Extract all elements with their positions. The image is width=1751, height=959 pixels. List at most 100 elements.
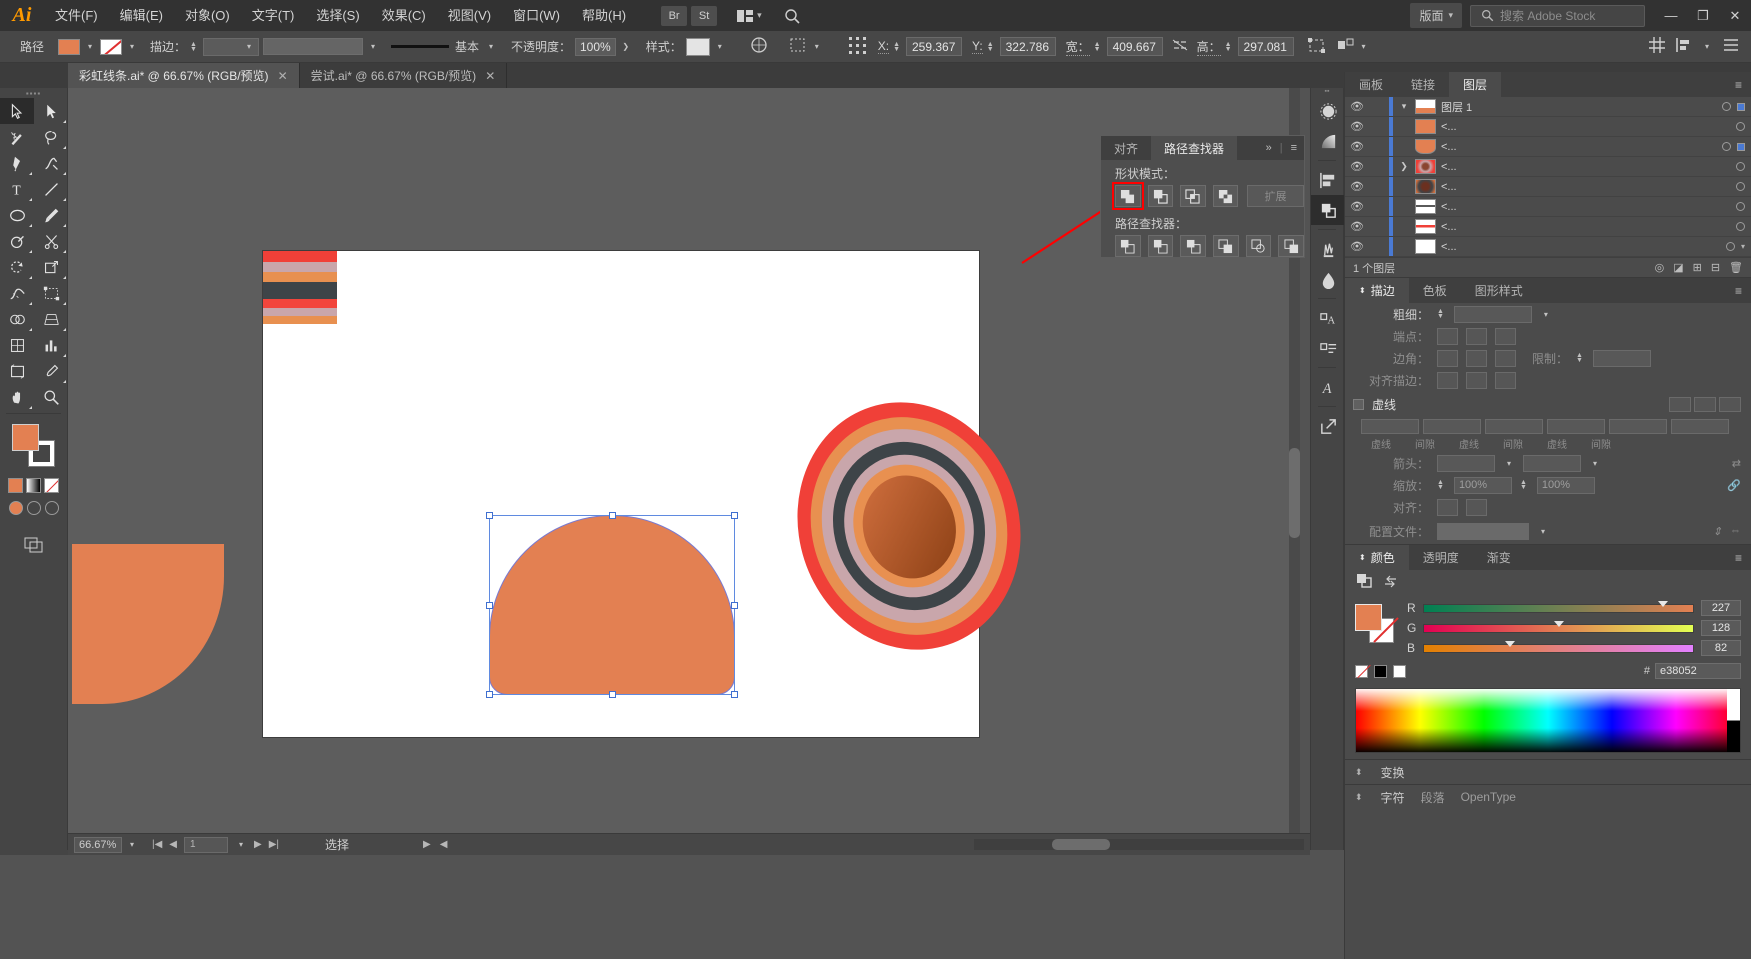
artboard[interactable] <box>263 251 979 737</box>
pathfinder-exclude-button[interactable] <box>1213 185 1239 207</box>
slider-thumb-r[interactable] <box>1658 601 1668 607</box>
slider-track-r[interactable] <box>1423 604 1694 613</box>
select-indicator[interactable] <box>1737 103 1745 111</box>
select-similar-chevron-icon[interactable]: ▾ <box>811 42 823 51</box>
layer-controls[interactable] <box>1713 162 1751 171</box>
stock-search-field[interactable]: 搜索 Adobe Stock <box>1470 5 1645 27</box>
distribute-icon[interactable] <box>1675 37 1691 56</box>
miter-limit-input[interactable] <box>1593 350 1651 367</box>
target-icon[interactable] <box>1722 142 1731 151</box>
bridge-button[interactable]: Br <box>661 6 687 26</box>
profile-chevron-icon[interactable]: ▾ <box>1537 527 1549 536</box>
arrow-end-select[interactable] <box>1523 455 1581 472</box>
tools-panel-grip[interactable]: ▪▪▪▪ <box>0 88 67 98</box>
tab-pathfinder[interactable]: 路径查找器 <box>1151 136 1237 160</box>
dash-pattern-buttons[interactable] <box>1669 397 1741 412</box>
tab-swatches[interactable]: 色板 <box>1409 278 1461 303</box>
create-sublayer-icon[interactable]: ⊞ <box>1693 261 1702 274</box>
tab-transparency[interactable]: 透明度 <box>1409 545 1473 570</box>
channel-value-g[interactable]: 128 <box>1701 620 1741 636</box>
delete-layer-icon[interactable]: 🗑 <box>1729 261 1743 274</box>
search-adobe-icon[interactable] <box>780 6 804 26</box>
shaper-tool[interactable] <box>0 228 34 254</box>
control-panel-menu-icon[interactable] <box>1723 38 1739 55</box>
status-prev-icon[interactable]: ◀ <box>440 839 448 850</box>
bevel-join-button[interactable] <box>1495 350 1516 367</box>
close-button[interactable]: ✕ <box>1719 0 1751 31</box>
stroke-chevron-icon[interactable]: ▾ <box>126 42 138 51</box>
target-icon[interactable] <box>1736 202 1745 211</box>
paragraph-panel-label[interactable]: 段落 <box>1421 789 1445 806</box>
transform-panel-strip[interactable]: ⬍ 变换 <box>1345 759 1751 784</box>
menu-help[interactable]: 帮助(H) <box>571 0 637 31</box>
arrow-scale-stepper-2[interactable]: ▲▼ <box>1520 480 1527 490</box>
width-profile-select[interactable] <box>1437 523 1529 540</box>
scale-tool[interactable] <box>34 254 68 280</box>
none-mode-icon[interactable] <box>44 478 59 493</box>
export-panel-icon[interactable] <box>1311 411 1345 441</box>
width-field[interactable]: 409.667 <box>1107 37 1163 56</box>
layer-controls[interactable] <box>1713 222 1751 231</box>
handle-br[interactable] <box>731 691 738 698</box>
tab-stroke[interactable]: ⬍ 描边 <box>1345 278 1409 303</box>
eye-icon[interactable]: 👁 <box>1345 240 1369 253</box>
tab-links[interactable]: 链接 <box>1397 72 1449 97</box>
menu-edit[interactable]: 编辑(E) <box>109 0 174 31</box>
spectrum-ends[interactable] <box>1727 689 1740 752</box>
eyedropper-tool[interactable] <box>34 358 68 384</box>
eye-icon[interactable]: 👁 <box>1345 160 1369 173</box>
dash-input-2[interactable] <box>1485 419 1543 434</box>
status-next-icon[interactable]: ▶ <box>423 839 431 850</box>
zoom-tool[interactable] <box>34 384 68 410</box>
dash-input-3[interactable] <box>1609 419 1667 434</box>
free-transform-tool[interactable] <box>34 280 68 306</box>
chevron-right-icon[interactable]: ❯ <box>1393 161 1415 172</box>
place-arrow-button[interactable] <box>1466 499 1487 516</box>
collapse-panel-icon[interactable]: » <box>1266 142 1272 154</box>
arrange-documents-icon[interactable] <box>733 6 757 26</box>
lasso-tool[interactable] <box>34 124 68 150</box>
width-profile-chevron-icon[interactable]: ▾ <box>367 42 379 51</box>
x-field[interactable]: 259.367 <box>906 37 962 56</box>
brush-chevron-icon[interactable]: ▾ <box>485 42 497 51</box>
pathfinder-trim-button[interactable] <box>1148 235 1174 257</box>
stroke-weight-stepper[interactable]: ▲▼ <box>190 42 197 52</box>
none-swatch[interactable] <box>1355 665 1368 678</box>
slider-thumb-g[interactable] <box>1554 621 1564 627</box>
pathfinder-merge-button[interactable] <box>1180 235 1206 257</box>
pathfinder-outline-button[interactable] <box>1246 235 1272 257</box>
table-row[interactable]: 👁 <... <box>1345 177 1751 197</box>
channel-value-b[interactable]: 82 <box>1701 640 1741 656</box>
type-tool[interactable]: T <box>0 176 34 202</box>
magic-wand-tool[interactable] <box>0 124 34 150</box>
pathfinder-panel-icon[interactable] <box>1311 195 1345 225</box>
pathfinder-panel[interactable]: 对齐 路径查找器 » | ≡ 形状模式： 扩展 路径查找器： <box>1100 135 1305 258</box>
stock-button[interactable]: St <box>691 6 717 26</box>
menu-select[interactable]: 选择(S) <box>305 0 370 31</box>
minimize-button[interactable]: — <box>1655 0 1687 31</box>
fill-color-swatch[interactable] <box>58 39 80 55</box>
hand-tool[interactable] <box>0 384 34 410</box>
target-icon[interactable] <box>1726 242 1735 251</box>
target-icon[interactable] <box>1736 182 1745 191</box>
arrow-start-chevron-icon[interactable]: ▾ <box>1503 459 1515 468</box>
slider-track-g[interactable] <box>1423 624 1694 633</box>
handle-mr[interactable] <box>731 602 738 609</box>
arrow-end-chevron-icon[interactable]: ▾ <box>1589 459 1601 468</box>
create-layer-icon[interactable]: ⊟ <box>1711 261 1720 274</box>
handle-ml[interactable] <box>486 602 493 609</box>
pathfinder-divide-button[interactable] <box>1115 235 1141 257</box>
make-clipping-mask-icon[interactable]: ◪ <box>1673 261 1683 274</box>
gradient-mode-icon[interactable] <box>26 478 41 493</box>
tab-graphic-styles[interactable]: 图形样式 <box>1461 278 1537 303</box>
handle-tc[interactable] <box>609 512 616 519</box>
height-field[interactable]: 297.081 <box>1238 37 1294 56</box>
arrow-start-select[interactable] <box>1437 455 1495 472</box>
swap-arrowheads-icon[interactable]: ⇄ <box>1732 457 1741 470</box>
maximize-button[interactable]: ❐ <box>1687 0 1719 31</box>
stroke-weight-stepper-panel[interactable]: ▲▼ <box>1437 309 1444 319</box>
x-stepper[interactable]: ▲▼ <box>893 42 900 52</box>
channel-value-r[interactable]: 227 <box>1701 600 1741 616</box>
eye-icon[interactable]: 👁 <box>1345 140 1369 153</box>
dashed-line-checkbox[interactable] <box>1353 399 1364 410</box>
